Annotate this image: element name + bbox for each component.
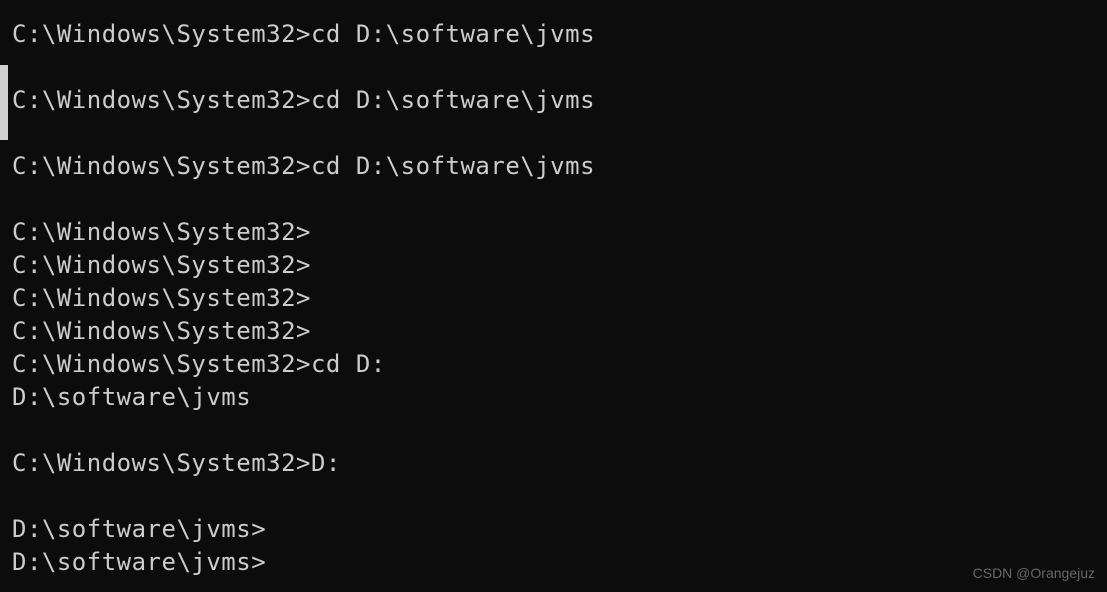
terminal-line: C:\Windows\System32>D: <box>12 447 1107 480</box>
terminal-line: D:\software\jvms> <box>12 546 1107 579</box>
terminal-line: D:\software\jvms> <box>12 513 1107 546</box>
scrollbar-thumb[interactable] <box>0 65 8 140</box>
terminal-line: D:\software\jvms <box>12 381 1107 414</box>
terminal-line: C:\Windows\System32> <box>12 315 1107 348</box>
terminal-output[interactable]: C:\Windows\System32>cd D:\software\jvms C… <box>12 18 1107 579</box>
watermark-text: CSDN @Orangejuz <box>973 564 1095 584</box>
terminal-line: C:\Windows\System32> <box>12 282 1107 315</box>
terminal-line: C:\Windows\System32>cd D:\software\jvms <box>12 150 1107 183</box>
terminal-line: C:\Windows\System32> <box>12 216 1107 249</box>
terminal-line: C:\Windows\System32>cd D: <box>12 348 1107 381</box>
terminal-line: C:\Windows\System32>cd D:\software\jvms <box>12 18 1107 51</box>
terminal-line: C:\Windows\System32> <box>12 249 1107 282</box>
scrollbar-track[interactable] <box>0 0 10 592</box>
terminal-line: C:\Windows\System32>cd D:\software\jvms <box>12 84 1107 117</box>
